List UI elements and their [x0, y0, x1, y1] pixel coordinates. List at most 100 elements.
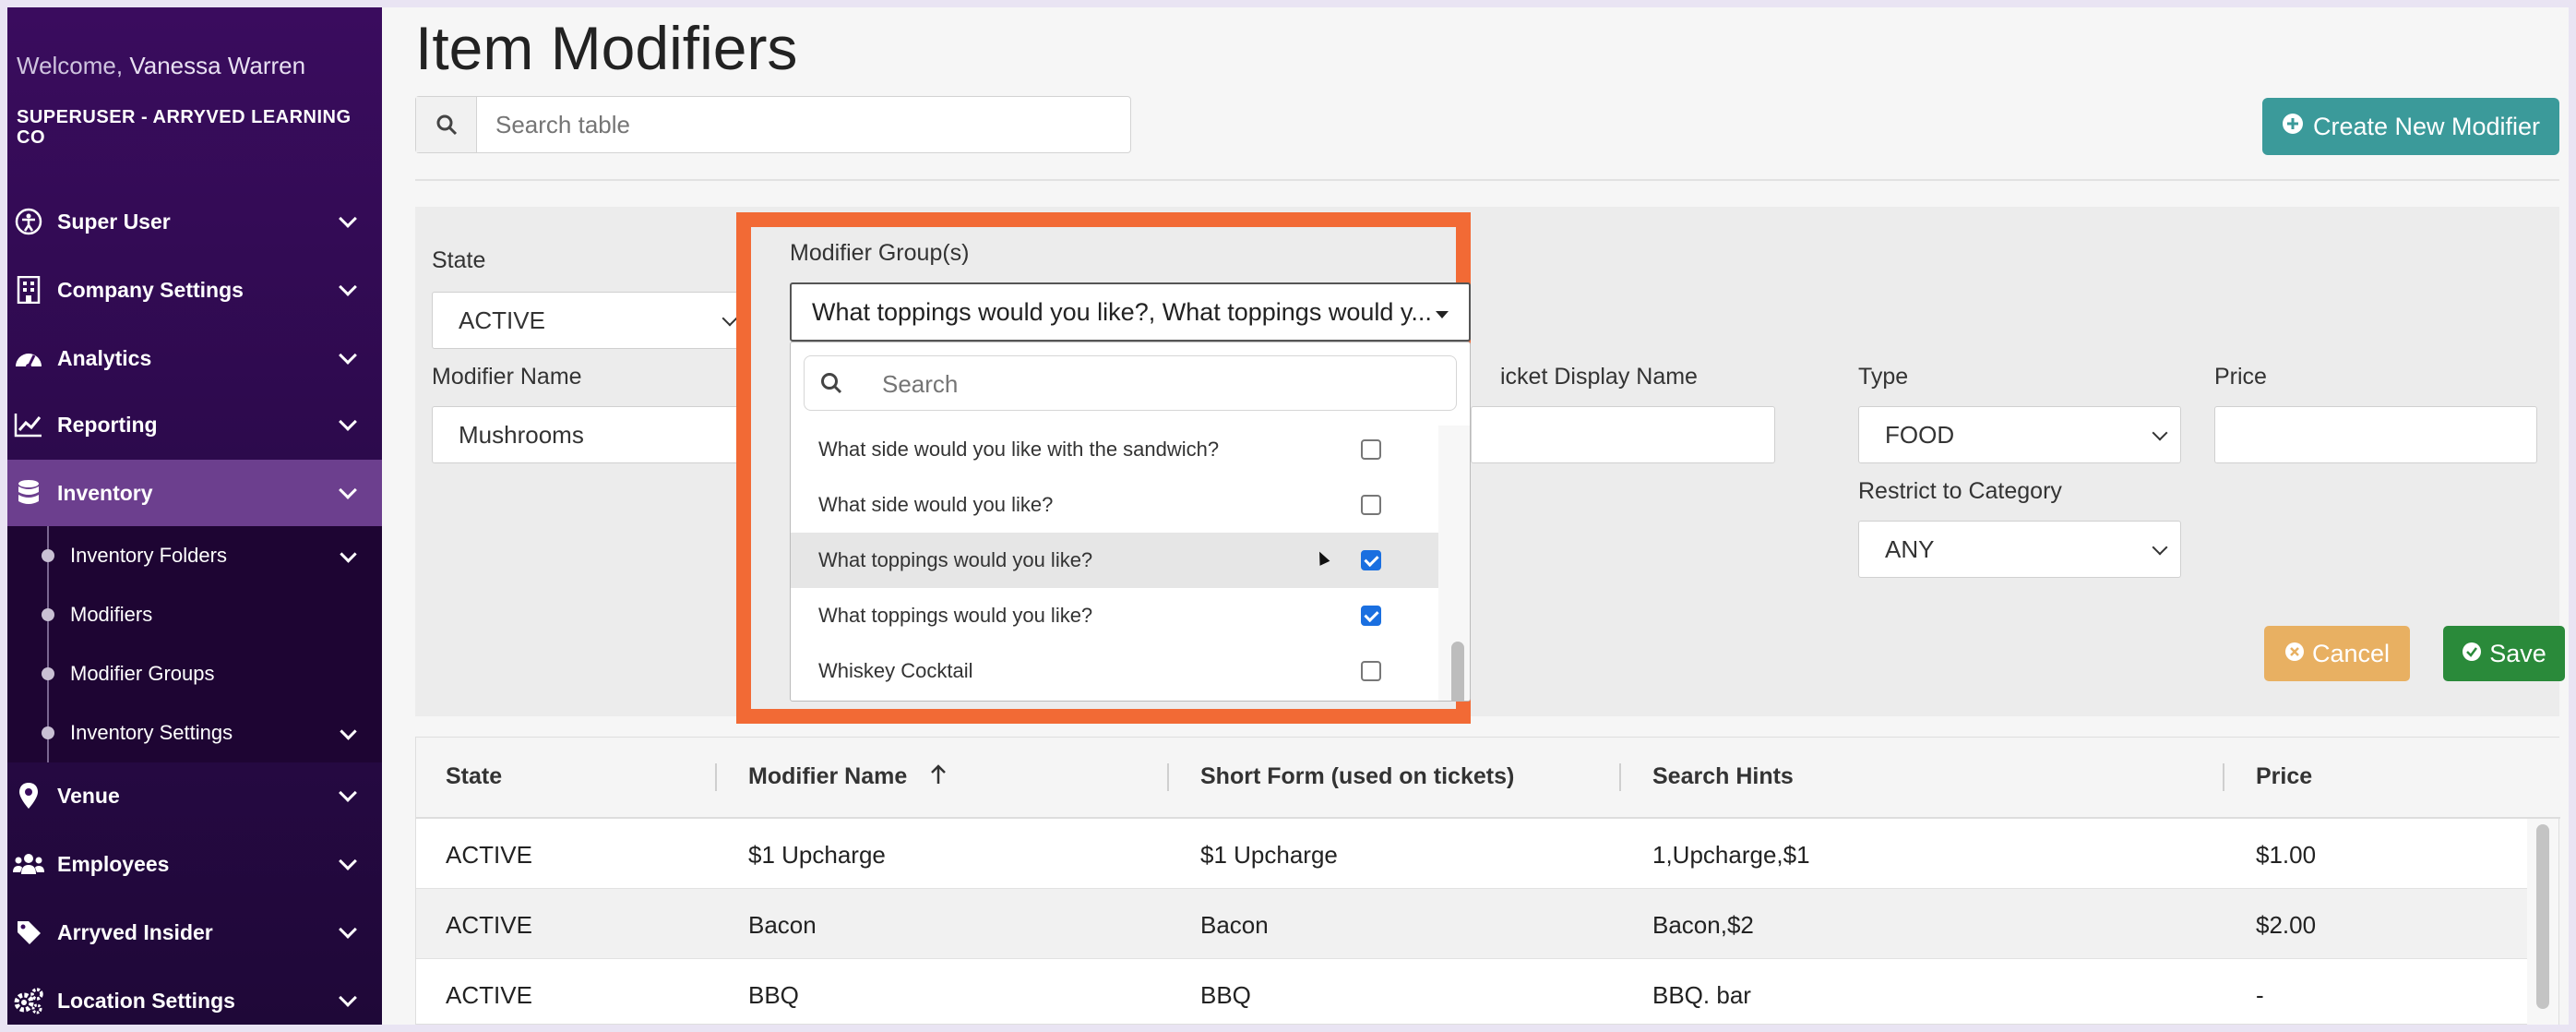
dropdown-scrollbar[interactable]: [1438, 426, 1470, 701]
option-checkbox[interactable]: [1361, 606, 1381, 626]
option-checkbox[interactable]: [1361, 495, 1381, 515]
chevron-down-icon: [340, 723, 357, 740]
modifier-groups-select[interactable]: What toppings would you like?, What topp…: [790, 282, 1471, 342]
chevron-down-icon: [339, 413, 357, 431]
chevron-down-icon: [2152, 425, 2168, 441]
column-header-search-hints[interactable]: Search Hints: [1652, 763, 1794, 790]
state-value: ACTIVE: [459, 306, 545, 334]
cancel-icon: [2284, 640, 2305, 668]
option-label: What side would you like with the sandwi…: [818, 438, 1220, 461]
cancel-label: Cancel: [2311, 639, 2391, 667]
sidebar-item-location-settings[interactable]: Location Settings: [7, 967, 382, 1025]
modifier-groups-label: Modifier Group(s): [790, 240, 970, 266]
sidebar-item-label: Super User: [57, 209, 171, 234]
sidebar-item-label: Analytics: [57, 345, 152, 370]
price-field[interactable]: [2214, 406, 2537, 463]
sidebar: Welcome, Vanessa Warren SUPERUSER - ARRY…: [7, 7, 382, 1025]
column-separator[interactable]: [715, 763, 717, 791]
state-label: State: [432, 247, 486, 273]
sidebar-item-employees[interactable]: Employees: [7, 831, 382, 897]
type-value: FOOD: [1885, 420, 1955, 449]
state-select[interactable]: ACTIVE: [432, 292, 751, 349]
column-separator[interactable]: [1167, 763, 1169, 791]
cell-modifier-name: BBQ: [748, 981, 799, 1009]
sidebar-item-label: Reporting: [57, 412, 158, 437]
sidebar-item-label: Location Settings: [57, 988, 235, 1013]
create-button-label: Create New Modifier: [2312, 112, 2541, 140]
modifier-groups-dropdown: What side would you like with the sandwi…: [790, 342, 1471, 702]
option-checkbox[interactable]: [1361, 439, 1381, 460]
dropdown-option[interactable]: What side would you like?: [791, 477, 1438, 533]
modifier-name-field[interactable]: Mushrooms: [432, 406, 751, 463]
database-icon: [13, 477, 44, 509]
sidebar-item-company-settings[interactable]: Company Settings: [7, 257, 382, 323]
scrollbar-thumb[interactable]: [2536, 824, 2549, 1009]
welcome-prefix: Welcome,: [17, 52, 124, 79]
sidebar-item-venue[interactable]: Venue: [7, 762, 382, 829]
option-checkbox[interactable]: [1361, 661, 1381, 681]
cell-price: $1.00: [2256, 841, 2317, 869]
dropdown-option[interactable]: What toppings would you like?: [791, 533, 1438, 588]
dropdown-search-input[interactable]: [882, 367, 1436, 401]
cell-short-form: BBQ: [1200, 981, 1251, 1009]
chevron-down-icon: [339, 346, 357, 365]
cell-search-hints: Bacon,$2: [1652, 911, 1754, 939]
gauge-icon: [13, 342, 44, 374]
table-search: [415, 96, 1131, 153]
column-header-label: Modifier Name: [748, 763, 908, 789]
create-new-modifier-button[interactable]: Create New Modifier: [2262, 98, 2559, 155]
table-header: State Modifier Name Short Form (used on …: [416, 738, 2560, 819]
chevron-down-icon: [339, 481, 357, 499]
save-button[interactable]: Save: [2443, 626, 2565, 681]
cancel-button[interactable]: Cancel: [2264, 626, 2410, 681]
sidebar-item-analytics[interactable]: Analytics: [7, 325, 382, 391]
restrict-to-category-label: Restrict to Category: [1858, 478, 2062, 504]
sidebar-subitem-label: Modifier Groups: [70, 662, 215, 685]
sidebar-subitem-modifier-groups[interactable]: Modifier Groups: [7, 644, 382, 703]
sidebar-item-super-user[interactable]: Super User: [7, 188, 382, 255]
column-separator[interactable]: [1619, 763, 1621, 791]
scrollbar-thumb[interactable]: [1451, 642, 1464, 701]
chevron-down-icon: [340, 546, 357, 563]
restrict-to-category-select[interactable]: ANY: [1858, 521, 2181, 578]
sidebar-subitem-label: Modifiers: [70, 603, 153, 626]
option-label: What toppings would you like?: [818, 548, 1093, 571]
tag-icon: [13, 917, 44, 948]
column-header-state[interactable]: State: [446, 763, 502, 790]
dropdown-option[interactable]: Whiskey Cocktail: [791, 643, 1438, 699]
bullet-icon: [42, 549, 54, 562]
sidebar-subitem-modifiers[interactable]: Modifiers: [7, 585, 382, 644]
cell-search-hints: 1,Upcharge,$1: [1652, 841, 1810, 869]
column-header-modifier-name[interactable]: Modifier Name: [748, 763, 947, 791]
dropdown-option[interactable]: What side would you like with the sandwi…: [791, 422, 1438, 477]
sidebar-subitem-label: Inventory Settings: [70, 721, 233, 744]
option-checkbox[interactable]: [1361, 550, 1381, 570]
type-label: Type: [1858, 364, 1909, 390]
table-scrollbar[interactable]: [2527, 819, 2558, 1025]
cell-price: -: [2256, 981, 2264, 1009]
plus-circle-icon: [2282, 113, 2304, 141]
bullet-icon: [42, 667, 54, 680]
sidebar-subitem-inventory-folders[interactable]: Inventory Folders: [7, 526, 382, 585]
sidebar-item-label: Venue: [57, 783, 120, 808]
type-select[interactable]: FOOD: [1858, 406, 2181, 463]
sidebar-item-arryved-insider[interactable]: Arryved Insider: [7, 899, 382, 966]
modifier-name-value: Mushrooms: [459, 420, 584, 449]
chevron-down-icon: [339, 989, 357, 1007]
table-row[interactable]: ACTIVE Bacon Bacon Bacon,$2 $2.00: [416, 889, 2529, 959]
column-separator[interactable]: [2223, 763, 2224, 791]
dropdown-option[interactable]: What toppings would you like?: [791, 588, 1438, 643]
sidebar-subitem-inventory-settings[interactable]: Inventory Settings: [7, 703, 382, 762]
table-row[interactable]: ACTIVE $1 Upcharge $1 Upcharge 1,Upcharg…: [416, 819, 2529, 889]
bullet-icon: [42, 726, 54, 739]
ticket-display-name-field[interactable]: [1471, 406, 1775, 463]
column-header-short-form[interactable]: Short Form (used on tickets): [1200, 763, 1514, 790]
bullet-icon: [42, 608, 54, 621]
search-input[interactable]: [495, 108, 1104, 141]
table-row[interactable]: ACTIVE BBQ BBQ BBQ. bar -: [416, 959, 2529, 1025]
sidebar-item-inventory[interactable]: Inventory: [7, 460, 382, 526]
sidebar-item-label: Company Settings: [57, 277, 244, 302]
sidebar-item-reporting[interactable]: Reporting: [7, 391, 382, 458]
column-header-price[interactable]: Price: [2256, 763, 2312, 790]
cell-state: ACTIVE: [446, 981, 532, 1009]
